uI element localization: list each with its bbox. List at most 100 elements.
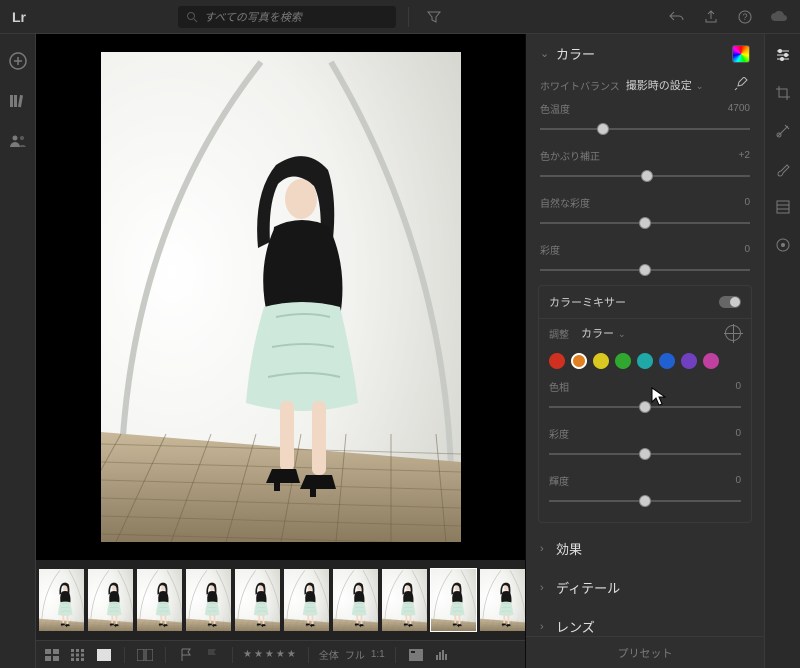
mixer-sat-slider[interactable]: [549, 447, 741, 461]
color-swatch[interactable]: [659, 353, 675, 369]
color-section-header[interactable]: ⌄ カラー: [526, 34, 764, 73]
cloud-icon[interactable]: [766, 4, 792, 30]
vibrance-label: 自然な彩度: [540, 195, 590, 210]
chevron-down-icon: ⌄: [540, 47, 550, 60]
rating-stars[interactable]: ★★★★★: [243, 646, 298, 664]
lum-value[interactable]: 0: [735, 475, 741, 486]
color-swatch[interactable]: [681, 353, 697, 369]
lum-slider[interactable]: [549, 494, 741, 508]
mixer-toggle[interactable]: [719, 296, 741, 308]
single-view-icon[interactable]: [94, 646, 114, 664]
saturation-slider[interactable]: [540, 263, 750, 277]
tint-value[interactable]: +2: [739, 150, 750, 161]
add-photo-icon[interactable]: [7, 50, 29, 72]
bottom-toolbar: ★★★★★ 全体 フル 1:1: [36, 640, 525, 668]
mixer-title: カラーミキサー: [549, 294, 626, 310]
photo-canvas[interactable]: [36, 34, 525, 560]
mixer-sat-label: 彩度: [549, 426, 569, 441]
linear-gradient-icon[interactable]: [772, 196, 794, 218]
lum-label: 輝度: [549, 473, 569, 488]
chevron-right-icon: ›: [540, 621, 550, 633]
wb-dropdown[interactable]: 撮影時の設定⌄: [626, 77, 704, 93]
detail-section-header[interactable]: › ディテール: [526, 568, 764, 607]
share-icon[interactable]: [698, 4, 724, 30]
filmstrip-thumb[interactable]: [136, 568, 183, 632]
temp-slider[interactable]: [540, 122, 750, 136]
filmstrip-thumb[interactable]: [283, 568, 330, 632]
search-icon: [186, 11, 198, 23]
left-sidebar: [0, 34, 36, 668]
color-swatch[interactable]: [571, 353, 587, 369]
color-swatch[interactable]: [549, 353, 565, 369]
svg-text:?: ?: [742, 12, 747, 22]
tint-slider[interactable]: [540, 169, 750, 183]
undo-icon[interactable]: [664, 4, 690, 30]
color-swatch[interactable]: [637, 353, 653, 369]
help-icon[interactable]: ?: [732, 4, 758, 30]
brush-icon[interactable]: [772, 158, 794, 180]
radial-gradient-icon[interactable]: [772, 234, 794, 256]
heal-icon[interactable]: [772, 120, 794, 142]
wb-label: ホワイトバランス: [540, 78, 620, 93]
chevron-right-icon: ›: [540, 543, 550, 555]
filter-icon[interactable]: [421, 4, 447, 30]
reject-flag-icon[interactable]: [202, 646, 222, 664]
color-wheel-icon[interactable]: [732, 45, 750, 63]
color-swatches: [539, 347, 751, 375]
library-icon[interactable]: [7, 90, 29, 112]
mixer-sat-value[interactable]: 0: [735, 428, 741, 439]
fit-all-label[interactable]: 全体: [319, 647, 339, 662]
temp-value[interactable]: 4700: [728, 103, 750, 114]
tool-strip: [764, 34, 800, 668]
divider: [408, 7, 409, 27]
search-placeholder: すべての写真を検索: [204, 9, 302, 25]
vibrance-value[interactable]: 0: [744, 197, 750, 208]
effects-section-header[interactable]: › 効果: [526, 529, 764, 568]
adjust-label: 調整: [549, 326, 569, 341]
grid-view-icon[interactable]: [42, 646, 62, 664]
crop-icon[interactable]: [772, 82, 794, 104]
filmstrip-thumb[interactable]: [87, 568, 134, 632]
filmstrip-thumb[interactable]: [430, 568, 477, 632]
eyedropper-icon[interactable]: [734, 77, 750, 93]
filmstrip-thumb[interactable]: [185, 568, 232, 632]
effects-title: 効果: [556, 539, 582, 558]
filmstrip-thumb[interactable]: [332, 568, 379, 632]
chevron-right-icon: ›: [540, 582, 550, 594]
color-swatch[interactable]: [593, 353, 609, 369]
color-swatch[interactable]: [615, 353, 631, 369]
detail-title: ディテール: [556, 578, 620, 597]
hue-value[interactable]: 0: [735, 381, 741, 392]
saturation-value[interactable]: 0: [744, 244, 750, 255]
adjust-dropdown[interactable]: カラー⌄: [581, 325, 626, 341]
hue-label: 色相: [549, 379, 569, 394]
filmstrip-thumb[interactable]: [479, 568, 525, 632]
filmstrip-thumb[interactable]: [234, 568, 281, 632]
target-adjust-icon[interactable]: [725, 325, 741, 341]
filmstrip-thumb[interactable]: [38, 568, 85, 632]
flag-icon[interactable]: [176, 646, 196, 664]
search-input[interactable]: すべての写真を検索: [178, 6, 396, 28]
fit-oneone-label[interactable]: 1:1: [371, 649, 385, 660]
temp-label: 色温度: [540, 101, 570, 116]
compare-icon[interactable]: [135, 646, 155, 664]
edit-sliders-icon[interactable]: [772, 44, 794, 66]
color-swatch[interactable]: [703, 353, 719, 369]
presets-button[interactable]: プリセット: [526, 636, 764, 668]
filmstrip[interactable]: [36, 560, 525, 640]
small-grid-icon[interactable]: [68, 646, 88, 664]
lens-title: レンズ: [556, 617, 595, 636]
info-overlay-icon[interactable]: [406, 646, 426, 664]
vibrance-slider[interactable]: [540, 216, 750, 230]
filmstrip-thumb[interactable]: [381, 568, 428, 632]
histogram-icon[interactable]: [432, 646, 452, 664]
app-logo: Lr: [8, 9, 30, 25]
color-section-title: カラー: [556, 44, 595, 63]
color-mixer-panel: カラーミキサー 調整 カラー⌄ 色相 0 彩度 0 輝度 0: [538, 285, 752, 523]
saturation-label: 彩度: [540, 242, 560, 257]
right-panel: ⌄ カラー ホワイトバランス 撮影時の設定⌄ 色温度4700 色かぶり補正+2 …: [526, 34, 764, 668]
hue-slider[interactable]: [549, 400, 741, 414]
fit-fill-label[interactable]: フル: [345, 647, 365, 662]
tint-label: 色かぶり補正: [540, 148, 600, 163]
people-icon[interactable]: [7, 130, 29, 152]
